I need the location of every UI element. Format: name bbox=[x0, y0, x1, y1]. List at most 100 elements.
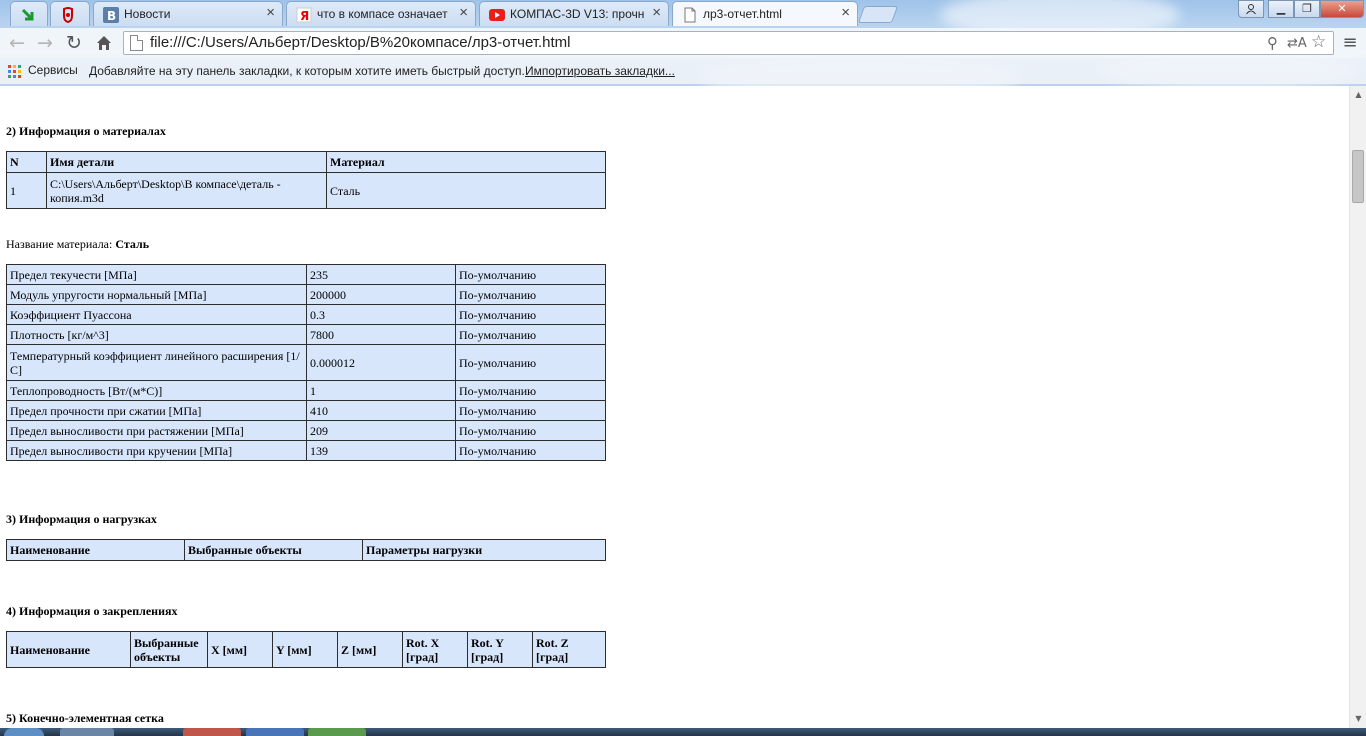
youtube-icon bbox=[489, 9, 505, 21]
header-cell: Наименование bbox=[7, 540, 184, 560]
table-row: Предел текучести [МПа] 235 По-умолчанию bbox=[7, 265, 605, 284]
close-icon: ✕ bbox=[1337, 2, 1347, 15]
close-tab-icon[interactable]: × bbox=[652, 5, 661, 21]
table-header-row: N Имя детали Материал bbox=[7, 152, 605, 172]
property-name-cell: Теплопроводность [Вт/(м*С)] bbox=[7, 381, 306, 400]
antivirus-icon bbox=[63, 7, 73, 23]
loads-table: Наименование Выбранные объекты Параметры… bbox=[6, 539, 606, 561]
close-tab-icon[interactable]: × bbox=[266, 5, 275, 21]
property-name-cell: Предел выносливости при кручении [МПа] bbox=[7, 441, 306, 460]
property-source-cell: По-умолчанию bbox=[456, 285, 605, 304]
back-arrow-icon: ← bbox=[9, 32, 25, 54]
profile-button[interactable] bbox=[1238, 0, 1264, 18]
property-value-cell: 410 bbox=[307, 401, 455, 420]
table-row: 1 C:\Users\Альберт\Desktop\В компасе\дет… bbox=[7, 173, 605, 208]
forward-button[interactable]: → bbox=[33, 31, 57, 55]
table-row: Модуль упругости нормальный [МПа] 200000 П… bbox=[7, 285, 605, 304]
start-button[interactable] bbox=[4, 728, 44, 736]
property-source-cell: По-умолчанию bbox=[456, 305, 605, 324]
import-bookmarks-link[interactable]: Импортировать закладки... bbox=[525, 64, 675, 78]
svg-text:В: В bbox=[107, 9, 116, 23]
tab-report-active[interactable]: лр3-отчет.html × bbox=[672, 1, 858, 26]
windows-taskbar bbox=[0, 728, 1366, 736]
bookmark-star-icon[interactable]: ☆ bbox=[1311, 32, 1326, 52]
scrollbar-thumb[interactable] bbox=[1352, 150, 1364, 203]
tab-antivirus[interactable] bbox=[50, 1, 90, 26]
material-name-value: Сталь bbox=[115, 237, 150, 251]
fixings-table: Наименование Выбранные объекты X [мм] Y … bbox=[6, 631, 606, 668]
property-source-cell: По-умолчанию bbox=[456, 441, 605, 460]
table-cell: C:\Users\Альберт\Desktop\В компасе\детал… bbox=[47, 173, 326, 208]
mesh-section-title: 5) Конечно-элементная сетка bbox=[6, 711, 164, 725]
taskbar-item[interactable] bbox=[183, 728, 241, 736]
apps-grid-icon[interactable] bbox=[8, 65, 21, 78]
property-source-cell: По-умолчанию bbox=[456, 325, 605, 344]
tab-title: что в компасе означает bbox=[317, 7, 448, 21]
person-icon bbox=[1246, 4, 1256, 15]
home-button[interactable] bbox=[92, 31, 116, 55]
material-name-label: Название материала: bbox=[6, 237, 113, 251]
tab-youtube[interactable]: КОМПАС-3D V13: прочн × bbox=[479, 1, 669, 26]
header-cell: Наименование bbox=[7, 632, 130, 667]
tab-search[interactable]: Я что в компасе означает × bbox=[286, 1, 476, 26]
property-value-cell: 0.3 bbox=[307, 305, 455, 324]
property-value-cell: 209 bbox=[307, 421, 455, 440]
property-value-cell: 235 bbox=[307, 265, 455, 284]
apps-link[interactable]: Сервисы bbox=[28, 63, 78, 77]
restore-button[interactable]: ❐ bbox=[1294, 0, 1320, 18]
reload-button[interactable]: ↻ bbox=[62, 31, 86, 55]
property-name-cell: Предел текучести [МПа] bbox=[7, 265, 306, 284]
property-value-cell: 1 bbox=[307, 381, 455, 400]
new-tab-button[interactable] bbox=[857, 6, 899, 23]
tab-news[interactable]: В Новости × bbox=[93, 1, 283, 26]
materials-section-title: 2) Информация о материалах bbox=[6, 124, 166, 138]
material-name-line: Название материала: Сталь bbox=[6, 237, 149, 252]
tab-title: лр3-отчет.html bbox=[703, 7, 782, 21]
tab-title: КОМПАС-3D V13: прочн bbox=[510, 7, 644, 21]
tab-strip: В Новости × Я что в компасе означает × К… bbox=[0, 0, 1366, 28]
tab-downloads[interactable] bbox=[10, 1, 48, 26]
header-cell: Выбранные объекты bbox=[185, 540, 362, 560]
svg-text:Я: Я bbox=[300, 9, 309, 23]
table-header-row: Наименование Выбранные объекты Параметры… bbox=[7, 540, 605, 560]
table-row: Теплопроводность [Вт/(м*С)] 1 По-умолчанию bbox=[7, 381, 605, 400]
property-name-cell: Плотность [кг/м^3] bbox=[7, 325, 306, 344]
table-row: Предел выносливости при растяжении [МПа]… bbox=[7, 421, 605, 440]
header-cell: Rot. Z [град] bbox=[533, 632, 605, 667]
vertical-scrollbar[interactable]: ▲ ▼ bbox=[1349, 86, 1366, 728]
table-row: Предел выносливости при кручении [МПа] 13… bbox=[7, 441, 605, 460]
table-cell: 1 bbox=[7, 173, 46, 208]
taskbar-item[interactable] bbox=[308, 728, 366, 736]
property-value-cell: 139 bbox=[307, 441, 455, 460]
header-cell: Rot. Y [град] bbox=[468, 632, 532, 667]
header-cell: N bbox=[7, 152, 46, 172]
property-name-cell: Предел прочности при сжатии [МПа] bbox=[7, 401, 306, 420]
home-icon bbox=[97, 36, 111, 50]
scroll-up-icon[interactable]: ▲ bbox=[1350, 88, 1366, 102]
close-window-button[interactable]: ✕ bbox=[1320, 0, 1364, 18]
translate-icon[interactable]: ⇄A bbox=[1287, 36, 1307, 51]
vk-icon: В bbox=[103, 7, 119, 23]
restore-icon: ❐ bbox=[1302, 2, 1312, 15]
property-name-cell: Модуль упругости нормальный [МПа] bbox=[7, 285, 306, 304]
close-tab-icon[interactable]: × bbox=[459, 5, 468, 21]
page-content: 2) Информация о материалах N Имя детали … bbox=[0, 86, 1349, 728]
property-value-cell: 0.000012 bbox=[307, 345, 455, 380]
back-button[interactable]: ← bbox=[5, 31, 29, 55]
loads-section-title: 3) Информация о нагрузках bbox=[6, 512, 157, 526]
browser-toolbar: ← → ↻ file:///C:/Users/Альберт/Desktop/В… bbox=[0, 28, 1366, 58]
address-bar[interactable]: file:///C:/Users/Альберт/Desktop/В%20ком… bbox=[123, 31, 1334, 55]
material-properties-table: Предел текучести [МПа] 235 По-умолчанию Мод… bbox=[6, 264, 606, 461]
download-arrow-icon bbox=[21, 8, 34, 21]
bookmarks-hint: Добавляйте на эту панель закладки, к кот… bbox=[89, 64, 525, 78]
yandex-icon: Я bbox=[296, 7, 312, 23]
scroll-down-icon[interactable]: ▼ bbox=[1350, 712, 1366, 726]
table-row: Предел прочности при сжатии [МПа] 410 По-у… bbox=[7, 401, 605, 420]
minimize-button[interactable]: ▁ bbox=[1268, 0, 1294, 18]
table-cell: Сталь bbox=[327, 173, 605, 208]
zoom-icon[interactable]: ⚲ bbox=[1267, 34, 1278, 52]
close-tab-icon[interactable]: × bbox=[841, 5, 850, 21]
chrome-menu-button[interactable]: ≡ bbox=[1338, 31, 1362, 55]
taskbar-item[interactable] bbox=[60, 728, 114, 736]
taskbar-item[interactable] bbox=[246, 728, 304, 736]
